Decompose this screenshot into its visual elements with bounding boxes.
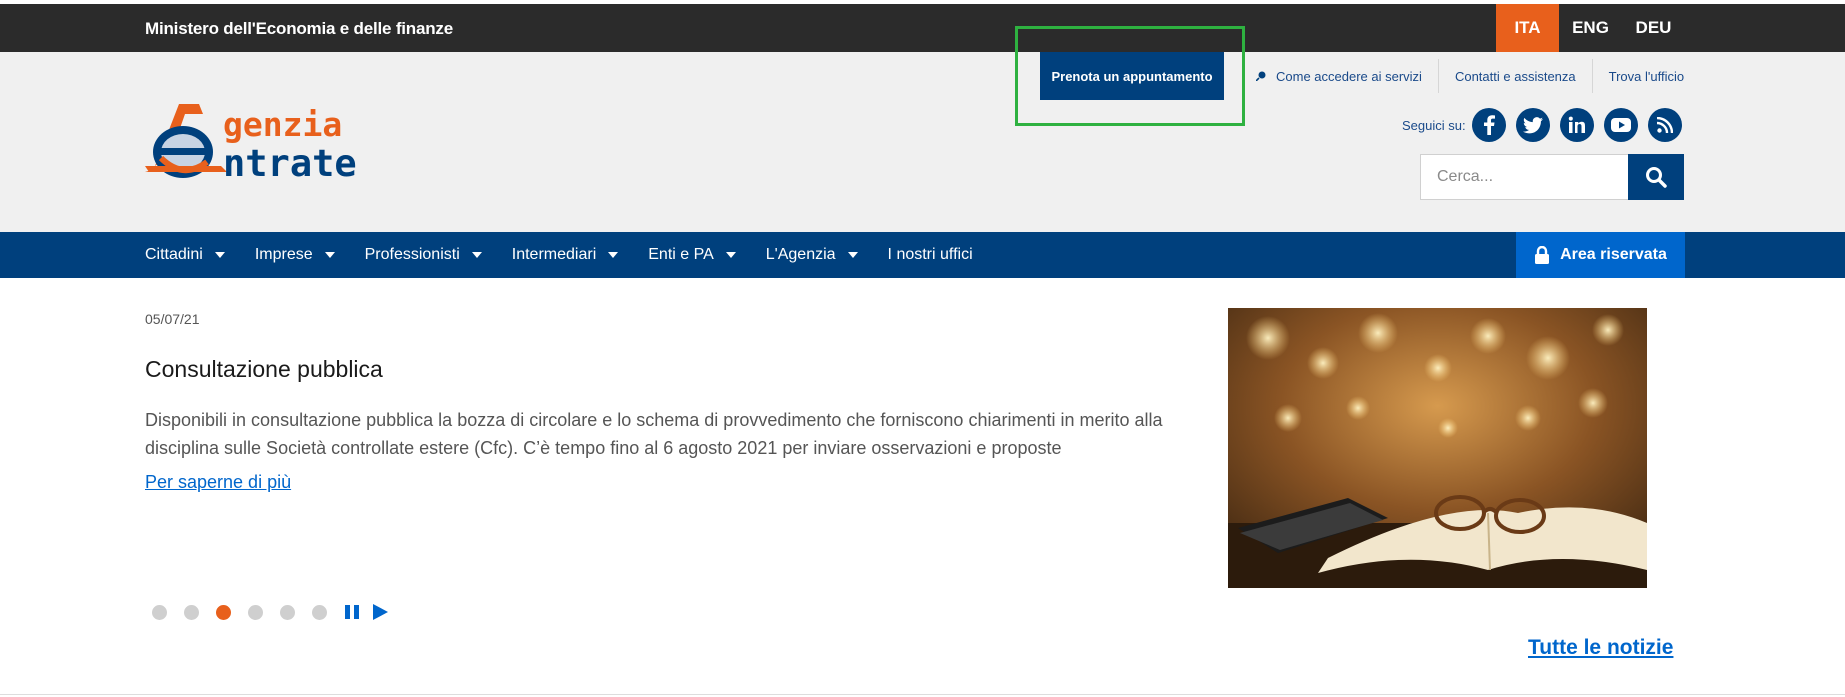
top-bar: Ministero dell'Economia e delle finanze … (0, 4, 1845, 52)
play-icon[interactable] (372, 603, 389, 621)
news-date: 05/07/21 (145, 311, 200, 327)
news-title: Consultazione pubblica (145, 356, 383, 382)
pause-icon[interactable] (344, 604, 360, 620)
header: genzia ntrate Prenota un appuntamento Co… (0, 52, 1845, 232)
search-button[interactable] (1628, 154, 1684, 200)
come-accedere-link[interactable]: Come accedere ai servizi (1240, 59, 1439, 93)
area-riservata-label: Area riservata (1560, 246, 1667, 263)
carousel-dot[interactable] (152, 604, 167, 620)
main-nav: Cittadini Imprese Professionisti Interme… (0, 232, 1845, 278)
search-bar (1420, 154, 1684, 200)
search-icon (1646, 167, 1667, 188)
header-links: Come accedere ai servizi Contatti e assi… (1240, 52, 1700, 100)
nav-label: Intermediari (511, 246, 597, 263)
nav-label: Cittadini (145, 246, 203, 263)
caret-down-icon (471, 252, 482, 258)
pin-icon (1256, 71, 1266, 81)
trova-ufficio-link[interactable]: Trova l'ufficio (1593, 59, 1700, 93)
tutte-le-notizie-link[interactable]: Tutte le notizie (1528, 636, 1673, 660)
nav-label: Imprese (254, 246, 313, 263)
divider (0, 694, 1845, 695)
carousel-dot[interactable] (184, 604, 199, 620)
book-and-glasses-photo (1228, 308, 1647, 588)
caret-down-icon (214, 252, 225, 258)
linkedin-icon[interactable] (1560, 108, 1594, 142)
youtube-icon[interactable] (1604, 108, 1638, 142)
caret-down-icon (725, 252, 736, 258)
nav-item-cittadini[interactable]: Cittadini (145, 246, 225, 264)
lang-ita[interactable]: ITA (1496, 4, 1559, 52)
carousel-dot[interactable] (248, 604, 263, 620)
caret-down-icon (608, 252, 619, 258)
lang-deu[interactable]: DEU (1622, 4, 1685, 52)
lock-icon (1535, 246, 1550, 264)
nav-label: Professionisti (364, 246, 460, 263)
nav-item-agenzia[interactable]: L'Agenzia (766, 246, 858, 264)
area-riservata-button[interactable]: Area riservata (1516, 232, 1685, 278)
per-saperne-link[interactable]: Per saperne di più (145, 472, 291, 493)
carousel-dot[interactable] (312, 604, 327, 620)
twitter-icon[interactable] (1516, 108, 1550, 142)
nav-item-intermediari[interactable]: Intermediari (511, 246, 619, 264)
nav-item-professionisti[interactable]: Professionisti (365, 246, 482, 264)
agenzia-entrate-logo[interactable]: genzia ntrate (145, 100, 405, 190)
language-switcher: ITA ENG DEU (1496, 4, 1685, 52)
nav-item-enti-pa[interactable]: Enti e PA (648, 246, 736, 264)
logo-text-entrate: ntrate (223, 142, 357, 185)
carousel-controls (152, 603, 401, 621)
caret-down-icon (324, 252, 335, 258)
search-input[interactable] (1420, 154, 1628, 200)
ministry-link[interactable]: Ministero dell'Economia e delle finanze (145, 19, 453, 39)
seguici-label: Seguici su: (1402, 118, 1466, 133)
nav-item-imprese[interactable]: Imprese (255, 246, 335, 264)
highlight-box (1015, 26, 1245, 126)
lang-eng[interactable]: ENG (1559, 4, 1622, 52)
nav-item-nostri-uffici[interactable]: I nostri uffici (888, 246, 973, 264)
nav-label: L'Agenzia (765, 246, 836, 263)
come-accedere-label: Come accedere ai servizi (1276, 68, 1422, 84)
rss-icon[interactable] (1648, 108, 1682, 142)
facebook-icon[interactable] (1472, 108, 1506, 142)
carousel-dot-active[interactable] (216, 604, 231, 620)
caret-down-icon (847, 252, 858, 258)
social-links (1472, 108, 1682, 142)
news-description: Disponibili in consultazione pubblica la… (145, 410, 1163, 458)
nav-label: I nostri uffici (887, 246, 973, 263)
logo-text-agenzia: genzia (223, 105, 342, 144)
nav-label: Enti e PA (648, 246, 714, 263)
contatti-link[interactable]: Contatti e assistenza (1439, 59, 1593, 93)
carousel-dot[interactable] (280, 604, 295, 620)
